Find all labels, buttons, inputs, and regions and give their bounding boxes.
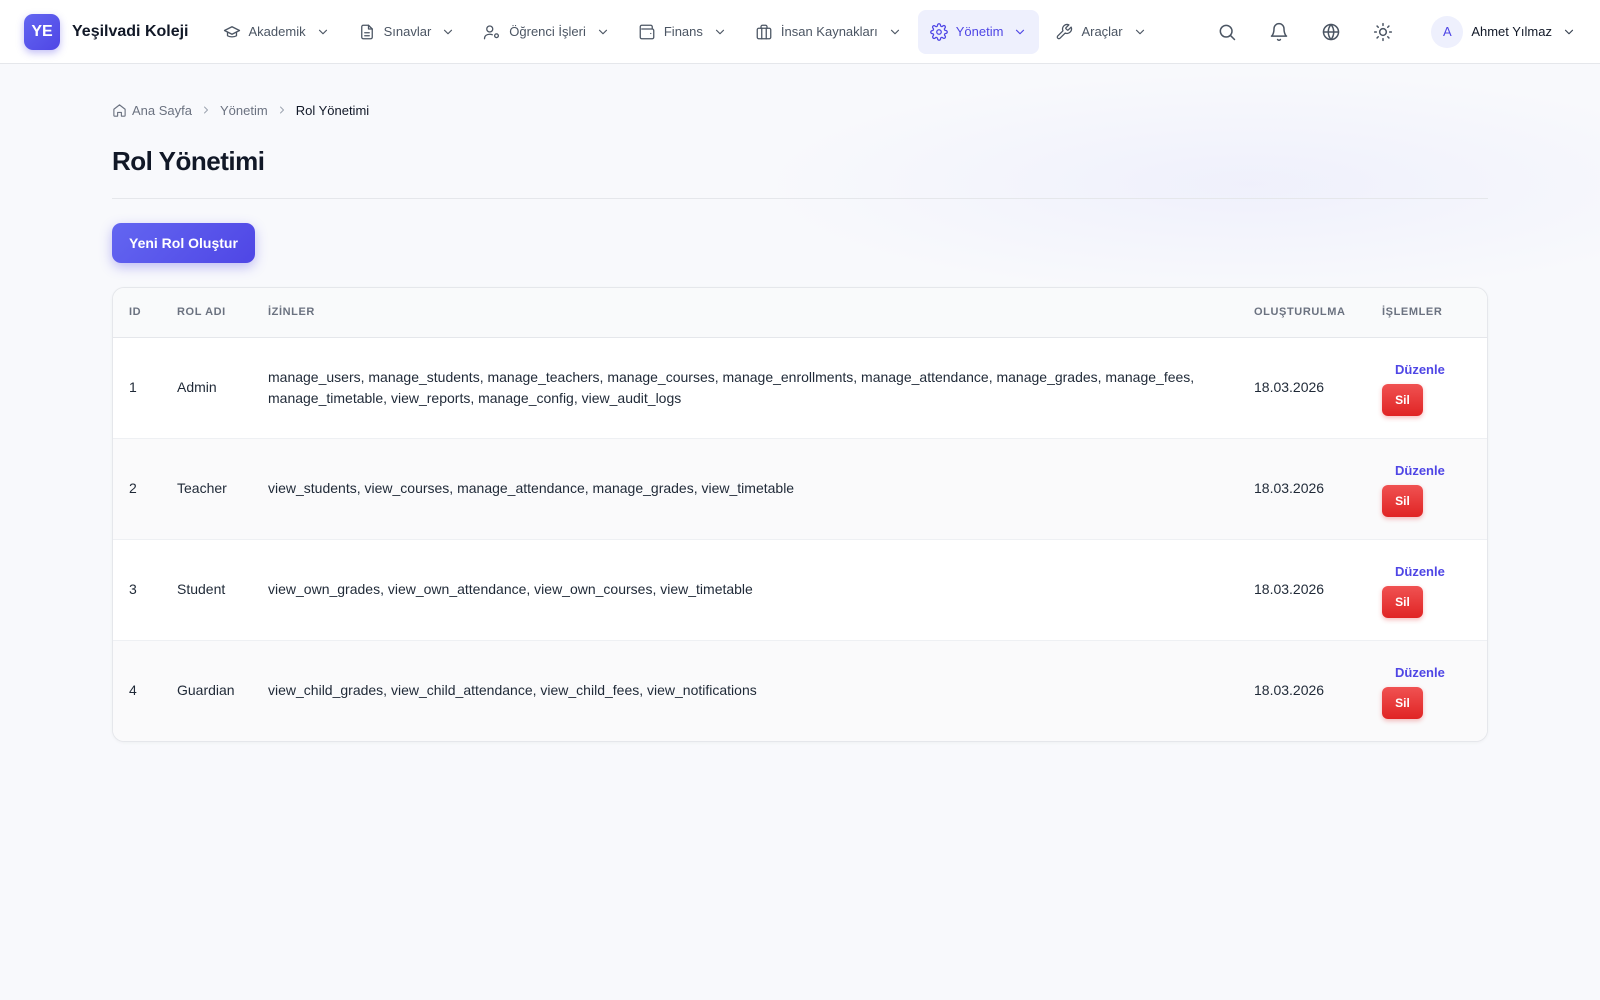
cell-created: 18.03.2026 xyxy=(1254,480,1325,496)
brand-name: Yeşilvadi Koleji xyxy=(72,22,189,40)
table-row: 2 Teacher view_students, view_courses, m… xyxy=(113,438,1487,539)
chevron-down-icon xyxy=(713,25,727,39)
theme-toggle-button[interactable] xyxy=(1363,12,1403,52)
gear-icon xyxy=(929,22,948,41)
cell-actions: Düzenle Sil xyxy=(1366,539,1487,640)
cell-created: 18.03.2026 xyxy=(1254,682,1325,699)
page-title: Rol Yönetimi xyxy=(112,146,265,176)
cell-actions: Düzenle Sil xyxy=(1366,640,1487,741)
document-icon xyxy=(358,23,376,41)
cell-permissions: view_own_grades, view_own_attendance, vi… xyxy=(268,581,753,597)
table-row: 4 Guardian view_child_grades, view_child… xyxy=(113,640,1487,741)
language-button[interactable] xyxy=(1311,12,1351,52)
user-gear-icon xyxy=(483,23,501,41)
chevron-down-icon xyxy=(596,25,610,39)
chevron-down-icon xyxy=(441,25,455,39)
nav-item-yonetim[interactable]: Yönetim xyxy=(917,9,1040,54)
create-role-button[interactable]: Yeni Rol Oluştur xyxy=(112,223,255,263)
cell-actions: Düzenle Sil xyxy=(1366,438,1487,539)
main-nav: Akademik Sınavlar Öğrenci İşleri Finans xyxy=(211,9,1159,54)
cell-role-name: Student xyxy=(177,581,226,597)
sun-icon xyxy=(1374,22,1393,41)
nav-label: Araçlar xyxy=(1081,24,1123,39)
breadcrumb-home[interactable]: Ana Sayfa xyxy=(132,103,192,118)
wrench-icon xyxy=(1055,23,1073,41)
search-button[interactable] xyxy=(1207,12,1247,52)
nav-item-finans[interactable]: Finans xyxy=(626,10,739,54)
nav-item-araclar[interactable]: Araçlar xyxy=(1043,10,1158,54)
delete-button[interactable]: Sil xyxy=(1382,687,1423,720)
nav-item-insan-kaynaklari[interactable]: İnsan Kaynakları xyxy=(743,10,914,54)
cell-created: 18.03.2026 xyxy=(1254,379,1325,395)
user-menu[interactable]: A Ahmet Yılmaz xyxy=(1431,15,1576,48)
cell-id: 4 xyxy=(129,682,137,699)
breadcrumb-current: Rol Yönetimi xyxy=(295,102,370,118)
cell-role-name: Guardian xyxy=(177,682,235,699)
header-permissions: İZİNLER xyxy=(252,288,1238,338)
cell-created: 18.03.2026 xyxy=(1254,581,1325,597)
chevron-right-icon xyxy=(276,104,288,116)
edit-button[interactable]: Düzenle xyxy=(1382,662,1471,683)
header-created: OLUŞTURULMA xyxy=(1238,288,1366,338)
cell-permissions: manage_users, manage_students, manage_te… xyxy=(268,368,1195,406)
nav-label: İnsan Kaynakları xyxy=(780,24,878,39)
chevron-down-icon xyxy=(1133,25,1147,39)
nav-label: Finans xyxy=(663,24,703,39)
brand-logo: YE xyxy=(24,13,60,50)
nav-label: Öğrenci İşleri xyxy=(509,24,586,39)
header-id: ID xyxy=(113,288,161,338)
edit-button[interactable]: Düzenle xyxy=(1382,460,1471,481)
main-content: Ana Sayfa Yönetim Rol Yönetimi Rol Yönet… xyxy=(112,64,1488,742)
cell-role-name: Admin xyxy=(177,379,217,395)
top-navbar: YE Yeşilvadi Koleji Akademik Sınavlar Öğ… xyxy=(0,0,1600,64)
delete-button[interactable]: Sil xyxy=(1382,586,1423,618)
nav-label: Sınavlar xyxy=(383,24,432,39)
globe-icon xyxy=(1323,23,1340,40)
cell-permissions: view_students, view_courses, manage_atte… xyxy=(268,480,795,496)
cell-role-name: Teacher xyxy=(177,480,227,496)
cell-id: 2 xyxy=(129,480,137,496)
chevron-down-icon xyxy=(1013,25,1027,39)
nav-item-ogrenci-isleri[interactable]: Öğrenci İşleri xyxy=(471,10,622,54)
delete-button[interactable]: Sil xyxy=(1382,384,1423,416)
breadcrumb: Ana Sayfa Yönetim Rol Yönetimi xyxy=(112,102,1488,118)
nav-item-sinavlar[interactable]: Sınavlar xyxy=(346,10,468,54)
cell-id: 1 xyxy=(129,379,137,395)
nav-item-akademik[interactable]: Akademik xyxy=(211,10,342,54)
delete-button[interactable]: Sil xyxy=(1382,485,1423,517)
chevron-down-icon xyxy=(888,25,902,39)
search-icon xyxy=(1219,24,1236,40)
cell-permissions: view_child_grades, view_child_attendance… xyxy=(268,682,757,699)
cell-actions: Düzenle Sil xyxy=(1366,337,1487,438)
header-actions: İŞLEMLER xyxy=(1366,288,1487,338)
chevron-right-icon xyxy=(200,104,212,116)
table-header-row: ID ROL ADI İZİNLER OLUŞTURULMA İŞLEMLER xyxy=(113,288,1487,338)
table-row: 1 Admin manage_users, manage_students, m… xyxy=(113,337,1487,438)
edit-button[interactable]: Düzenle xyxy=(1382,561,1471,582)
nav-label: Akademik xyxy=(248,24,306,39)
wallet-icon xyxy=(638,23,656,41)
nav-label: Yönetim xyxy=(955,24,1004,39)
title-divider xyxy=(112,198,1488,199)
breadcrumb-section[interactable]: Yönetim xyxy=(220,103,268,118)
table-row: 3 Student view_own_grades, view_own_atte… xyxy=(113,539,1487,640)
bell-icon xyxy=(1271,22,1288,41)
chevron-down-icon xyxy=(1562,25,1576,39)
header-actions: A Ahmet Yılmaz xyxy=(1195,12,1576,52)
roles-table: ID ROL ADI İZİNLER OLUŞTURULMA İŞLEMLER … xyxy=(113,288,1487,741)
user-name: Ahmet Yılmaz xyxy=(1471,24,1552,39)
home-icon xyxy=(112,103,127,118)
header-role-name: ROL ADI xyxy=(161,288,252,338)
brand[interactable]: YE Yeşilvadi Koleji xyxy=(24,13,189,50)
briefcase-icon xyxy=(755,23,773,41)
notifications-button[interactable] xyxy=(1259,12,1299,52)
avatar: A xyxy=(1431,15,1464,48)
chevron-down-icon xyxy=(316,25,330,39)
cell-id: 3 xyxy=(129,581,137,597)
roles-table-card: ID ROL ADI İZİNLER OLUŞTURULMA İŞLEMLER … xyxy=(112,287,1488,742)
edit-button[interactable]: Düzenle xyxy=(1382,359,1471,380)
graduation-cap-icon xyxy=(223,23,241,41)
